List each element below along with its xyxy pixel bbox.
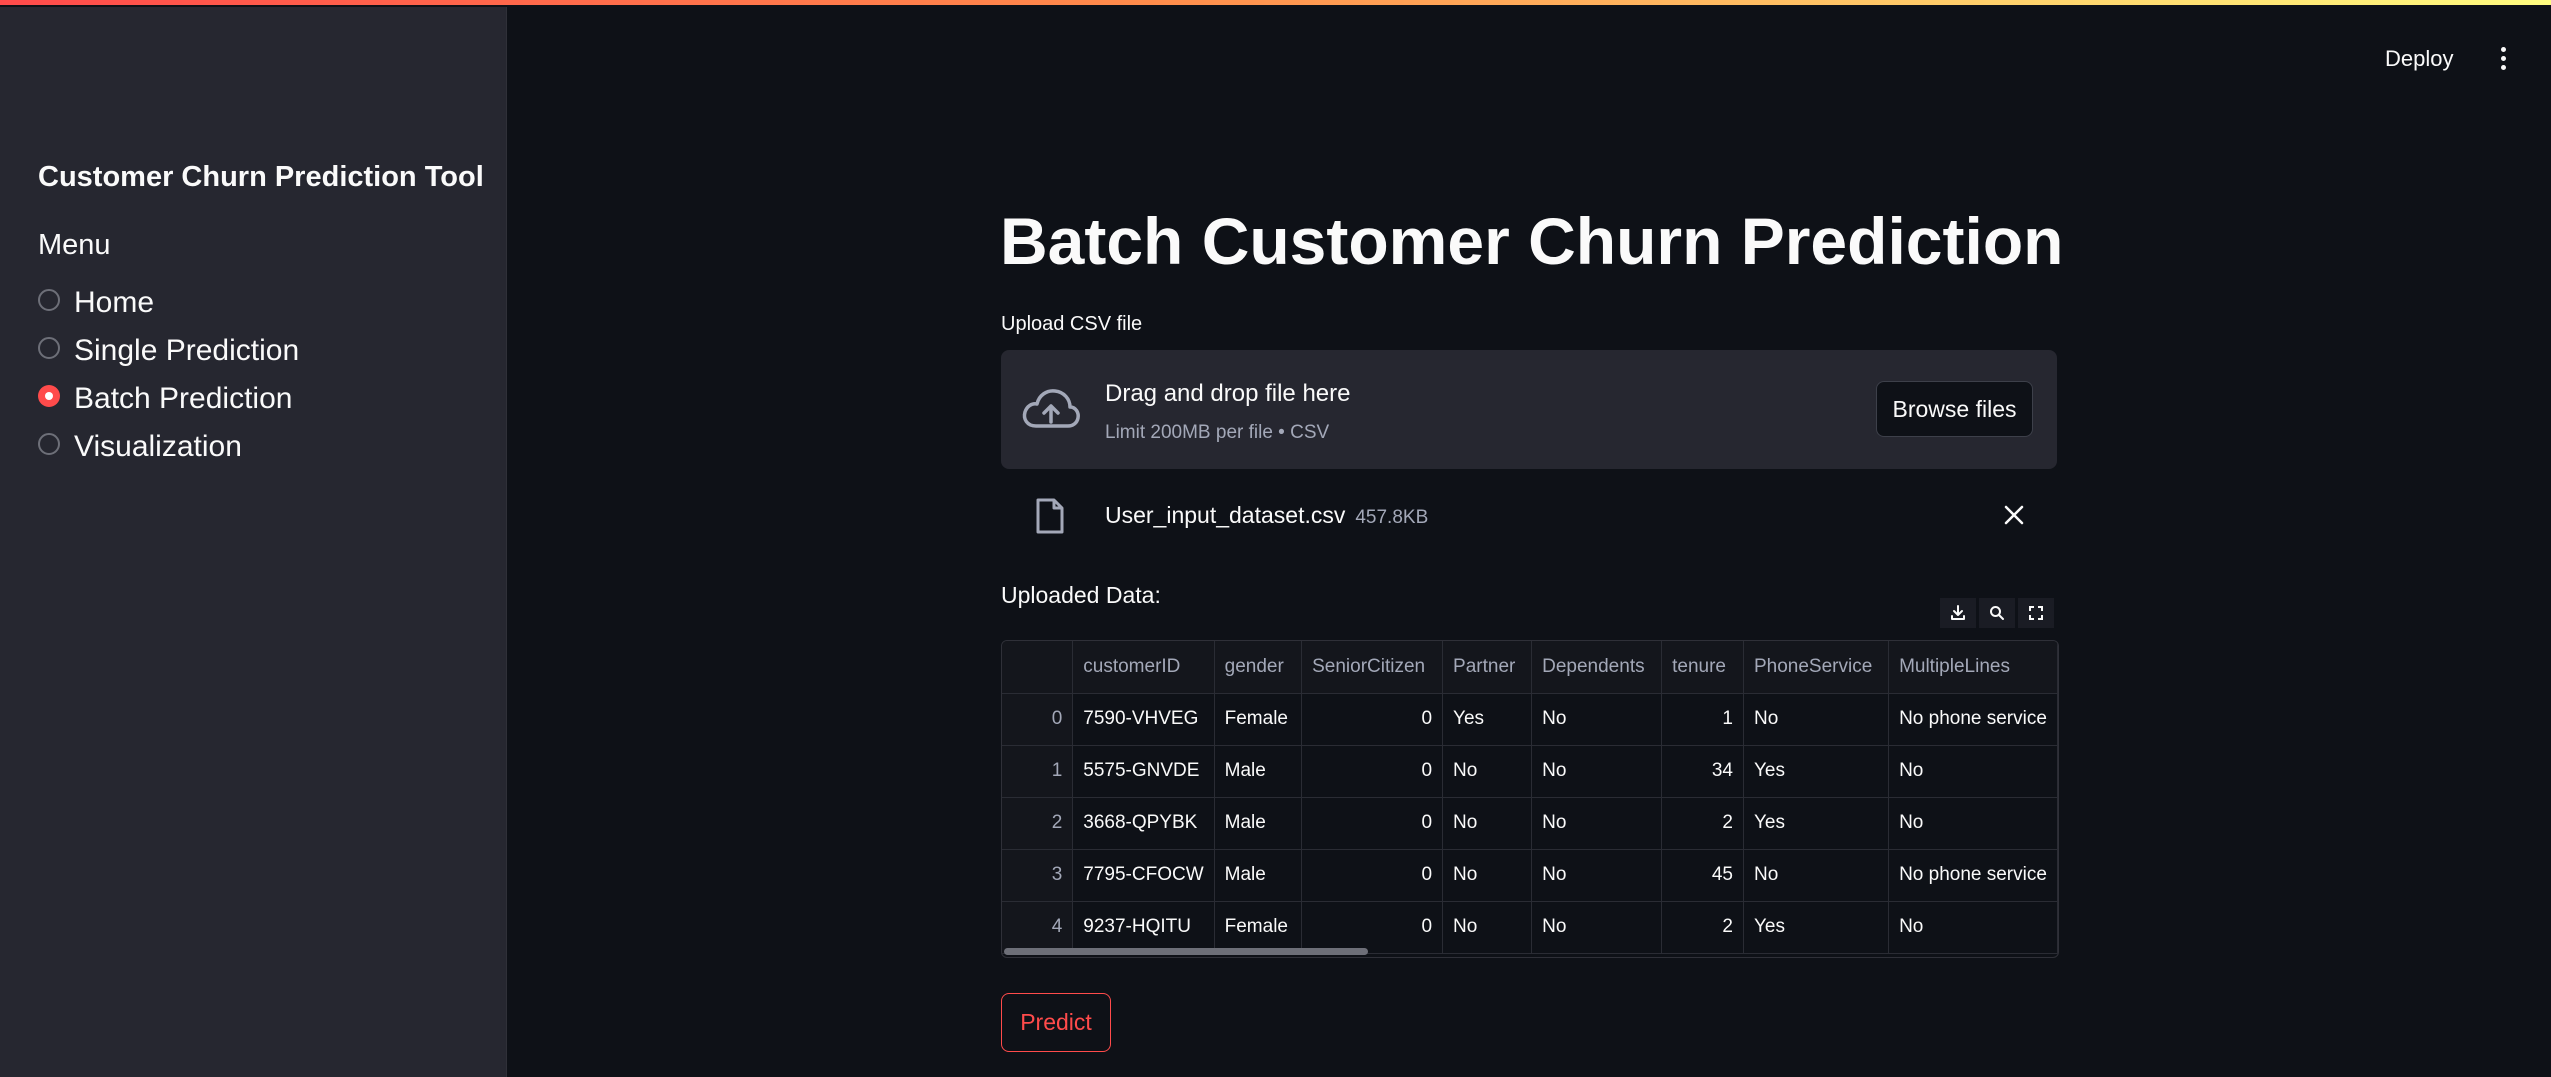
- table-cell[interactable]: 5575-GNVDE: [1072, 745, 1215, 798]
- top-decoration-bar: [0, 0, 2551, 7]
- table-cell[interactable]: No: [1888, 901, 2058, 954]
- radio-button-selected[interactable]: [38, 385, 60, 407]
- fullscreen-icon[interactable]: [2018, 598, 2054, 628]
- column-header[interactable]: customerID: [1072, 641, 1215, 694]
- table-row: 0 7590-VHVEG Female 0 Yes No 1 No No pho…: [1002, 693, 2058, 746]
- table-cell[interactable]: No: [1743, 849, 1890, 902]
- table-cell[interactable]: Male: [1214, 745, 1303, 798]
- table-cell[interactable]: Yes: [1442, 693, 1533, 746]
- table-cell[interactable]: No: [1888, 745, 2058, 798]
- column-header[interactable]: gender: [1214, 641, 1303, 694]
- table-cell[interactable]: No: [1531, 693, 1663, 746]
- table-row: 1 5575-GNVDE Male 0 No No 34 Yes No: [1002, 745, 2058, 798]
- column-header[interactable]: MultipleLines: [1888, 641, 2058, 694]
- row-index: 1: [1002, 745, 1074, 798]
- table-cell[interactable]: No phone service: [1888, 849, 2058, 902]
- table-cell[interactable]: No: [1531, 745, 1663, 798]
- horizontal-scrollbar[interactable]: [1004, 948, 1368, 955]
- close-icon[interactable]: [2001, 502, 2027, 528]
- table-cell[interactable]: 34: [1661, 745, 1744, 798]
- sidebar-item-label: Visualization: [74, 430, 242, 463]
- column-header[interactable]: PhoneService: [1743, 641, 1890, 694]
- table-cell[interactable]: Female: [1214, 693, 1303, 746]
- file-size: 457.8KB: [1355, 507, 1429, 528]
- sidebar-item-visualization[interactable]: Visualization: [38, 427, 242, 467]
- search-icon[interactable]: [1979, 598, 2015, 628]
- sidebar-item-batch-prediction[interactable]: Batch Prediction: [38, 379, 292, 419]
- table-cell[interactable]: No: [1888, 797, 2058, 850]
- index-header: [1002, 641, 1074, 694]
- sidebar-item-label: Batch Prediction: [74, 382, 293, 415]
- table-row: 2 3668-QPYBK Male 0 No No 2 Yes No: [1002, 797, 2058, 850]
- predict-button[interactable]: Predict: [1001, 993, 1111, 1052]
- browse-files-button[interactable]: Browse files: [1876, 381, 2033, 437]
- table-cell[interactable]: 0: [1301, 797, 1444, 850]
- radio-button[interactable]: [38, 433, 60, 455]
- sidebar-title: Customer Churn Prediction Tool: [38, 161, 484, 193]
- row-index: 0: [1002, 693, 1074, 746]
- row-index: 3: [1002, 849, 1074, 902]
- table-cell[interactable]: 7795-CFOCW: [1072, 849, 1215, 902]
- file-name-text: User_input_dataset.csv: [1105, 502, 1346, 528]
- sidebar-item-single-prediction[interactable]: Single Prediction: [38, 331, 299, 371]
- table-cell[interactable]: 3668-QPYBK: [1072, 797, 1215, 850]
- sidebar-item-label: Single Prediction: [74, 334, 300, 367]
- table-cell[interactable]: Yes: [1743, 797, 1890, 850]
- upload-label: Upload CSV file: [1001, 313, 1143, 335]
- uploaded-data-table: customerID gender SeniorCitizen Partner …: [1002, 641, 2058, 954]
- table-cell[interactable]: No: [1442, 849, 1533, 902]
- table-cell[interactable]: Yes: [1743, 901, 1890, 954]
- column-header[interactable]: tenure: [1661, 641, 1744, 694]
- kebab-menu-icon[interactable]: [2493, 44, 2513, 76]
- table-cell[interactable]: Male: [1214, 797, 1303, 850]
- sidebar: Customer Churn Prediction Tool Menu Home…: [0, 7, 507, 1077]
- row-index: 4: [1002, 901, 1074, 954]
- data-table[interactable]: customerID gender SeniorCitizen Partner …: [1001, 640, 2059, 958]
- uploaded-file-row: User_input_dataset.csv 457.8KB: [1001, 490, 2057, 542]
- table-cell[interactable]: 1: [1661, 693, 1744, 746]
- download-icon[interactable]: [1940, 598, 1976, 628]
- table-cell[interactable]: 2: [1661, 901, 1744, 954]
- table-cell[interactable]: 9237-HQITU: [1072, 901, 1215, 954]
- table-header-row: customerID gender SeniorCitizen Partner …: [1002, 641, 2058, 694]
- table-cell[interactable]: No: [1743, 693, 1890, 746]
- table-cell[interactable]: No phone service: [1888, 693, 2058, 746]
- column-header[interactable]: Partner: [1442, 641, 1533, 694]
- column-header[interactable]: Dependents: [1531, 641, 1663, 694]
- table-cell[interactable]: No: [1442, 797, 1533, 850]
- table-cell[interactable]: 0: [1301, 901, 1444, 954]
- table-cell[interactable]: 0: [1301, 693, 1444, 746]
- deploy-button[interactable]: Deploy: [2385, 46, 2453, 72]
- column-header[interactable]: SeniorCitizen: [1301, 641, 1444, 694]
- file-icon: [1036, 498, 1064, 534]
- menu-label: Menu: [38, 229, 111, 261]
- table-cell[interactable]: Female: [1214, 901, 1303, 954]
- sidebar-item-home[interactable]: Home: [38, 283, 154, 323]
- table-cell[interactable]: Male: [1214, 849, 1303, 902]
- row-index: 2: [1002, 797, 1074, 850]
- table-cell[interactable]: Yes: [1743, 745, 1890, 798]
- sidebar-item-label: Home: [74, 286, 155, 319]
- table-cell[interactable]: No: [1442, 745, 1533, 798]
- table-cell[interactable]: 45: [1661, 849, 1744, 902]
- table-cell[interactable]: 2: [1661, 797, 1744, 850]
- table-cell[interactable]: No: [1531, 901, 1663, 954]
- radio-button[interactable]: [38, 289, 60, 311]
- dropzone-title: Drag and drop file here: [1105, 380, 1351, 407]
- table-cell[interactable]: No: [1442, 901, 1533, 954]
- file-dropzone[interactable]: Drag and drop file here Limit 200MB per …: [1001, 350, 2057, 469]
- table-cell[interactable]: 0: [1301, 745, 1444, 798]
- table-cell[interactable]: No: [1531, 849, 1663, 902]
- table-cell[interactable]: No: [1531, 797, 1663, 850]
- table-row: 4 9237-HQITU Female 0 No No 2 Yes No: [1002, 901, 2058, 954]
- dropzone-subtitle: Limit 200MB per file • CSV: [1105, 422, 1330, 443]
- table-row: 3 7795-CFOCW Male 0 No No 45 No No phone…: [1002, 849, 2058, 902]
- uploaded-data-label: Uploaded Data:: [1001, 582, 1161, 608]
- radio-button[interactable]: [38, 337, 60, 359]
- page-title: Batch Customer Churn Prediction: [1000, 204, 2064, 278]
- file-name: User_input_dataset.csv 457.8KB: [1105, 502, 1428, 529]
- cloud-upload-icon: [1022, 389, 1080, 428]
- table-cell[interactable]: 7590-VHVEG: [1072, 693, 1215, 746]
- table-cell[interactable]: 0: [1301, 849, 1444, 902]
